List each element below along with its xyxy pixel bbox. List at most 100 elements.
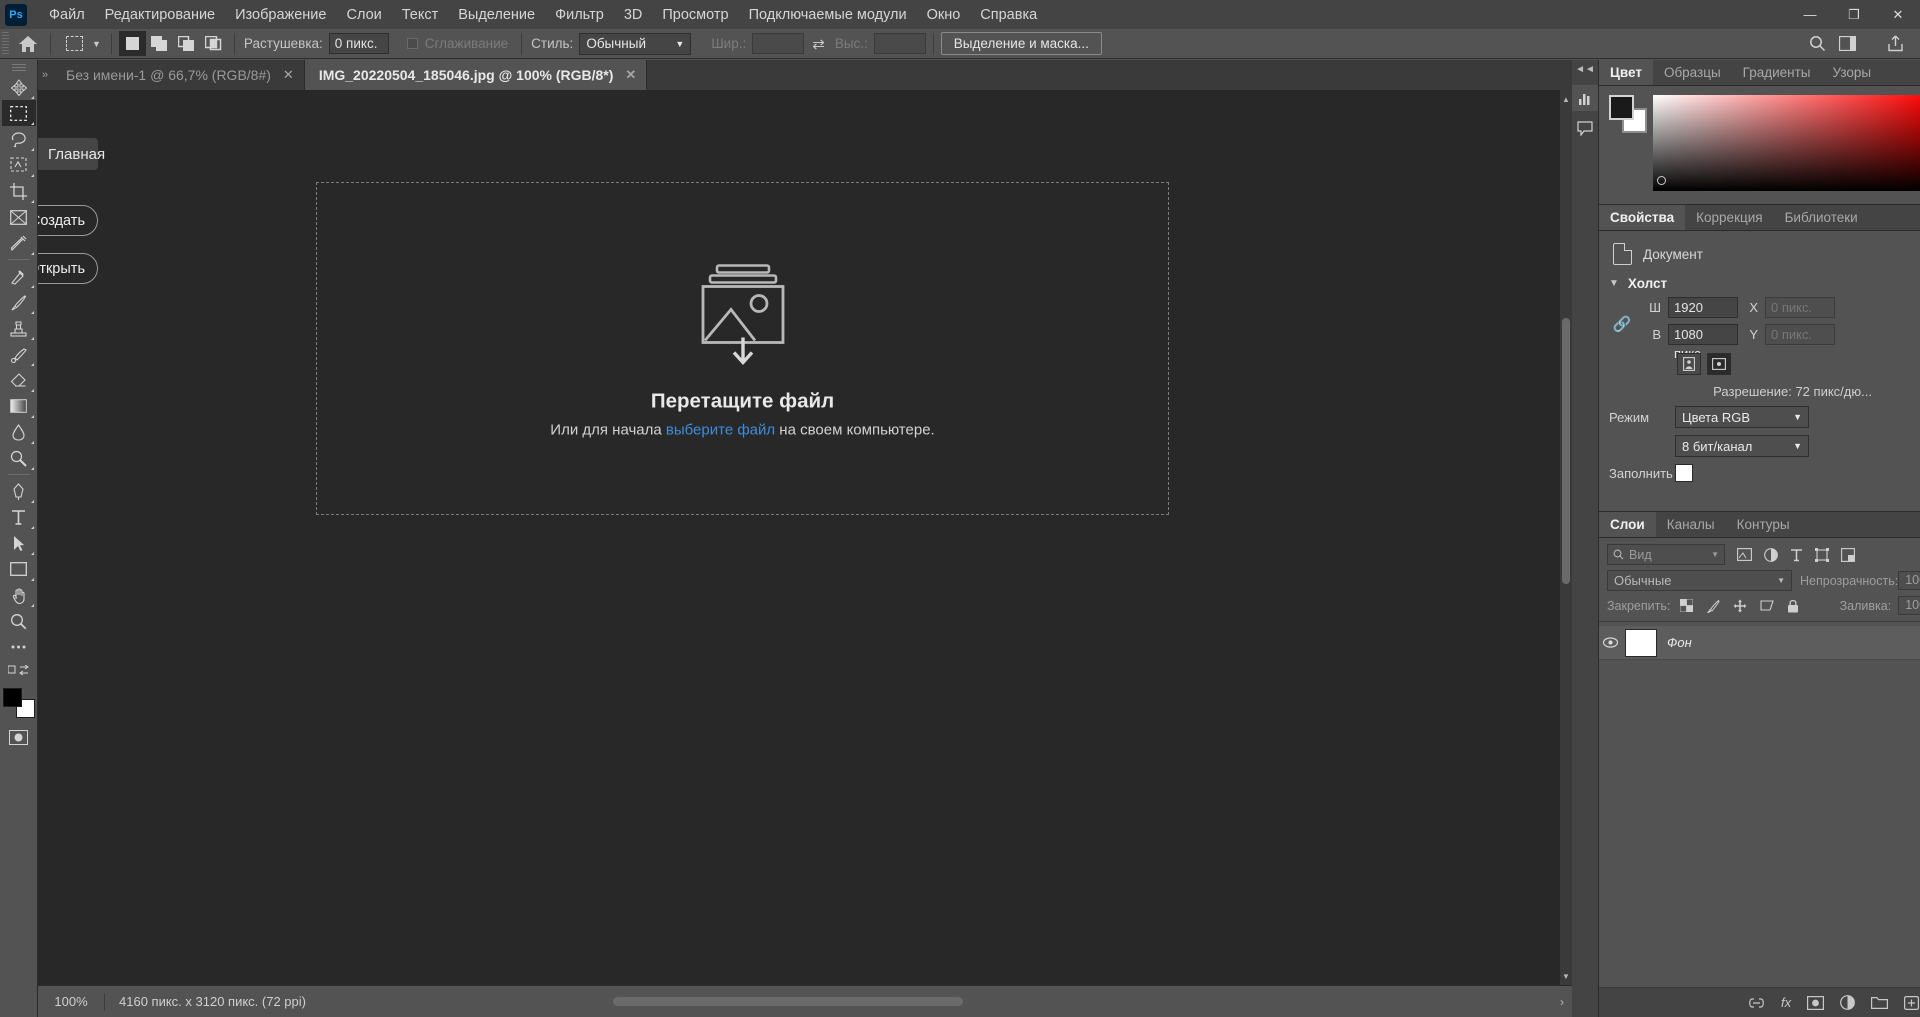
path-selection-tool[interactable] <box>2 530 36 556</box>
tab-color[interactable]: Цвет <box>1599 60 1653 85</box>
history-brush-tool[interactable] <box>2 341 36 367</box>
menu-item-text[interactable]: Текст <box>392 3 449 27</box>
chevron-down-icon[interactable]: ▼ <box>92 39 101 49</box>
canvas-y-input[interactable]: 0 пикс. <box>1765 324 1835 345</box>
dodge-tool[interactable] <box>2 445 36 471</box>
clone-stamp-tool[interactable] <box>2 315 36 341</box>
foreground-color-swatch[interactable] <box>2 688 22 707</box>
lasso-tool[interactable] <box>2 126 36 152</box>
lock-image-icon[interactable] <box>1706 599 1720 613</box>
smart-object-filter-icon[interactable] <box>1841 547 1855 562</box>
new-layer-icon[interactable] <box>1904 995 1920 1010</box>
canvas-horizontal-scrollbar[interactable] <box>348 997 1512 1006</box>
active-tool-preview[interactable]: ▼ <box>58 32 104 56</box>
create-button[interactable]: Создать <box>38 205 98 236</box>
hand-tool[interactable] <box>2 582 36 608</box>
bit-depth-select[interactable]: 8 бит/канал ▼ <box>1675 435 1809 457</box>
fill-color-swatch[interactable] <box>1675 464 1693 482</box>
blend-mode-select[interactable]: Обычные ▼ <box>1607 570 1792 591</box>
type-filter-icon[interactable] <box>1790 548 1803 562</box>
edit-toolbar-button[interactable] <box>2 660 36 682</box>
selection-mode-subtract[interactable] <box>173 31 200 56</box>
lock-position-icon[interactable] <box>1733 599 1747 613</box>
tab-paths[interactable]: Контуры <box>1725 512 1801 537</box>
pixel-filter-icon[interactable] <box>1737 548 1752 561</box>
scroll-down-icon[interactable]: ▼ <box>1560 969 1572 983</box>
frame-tool[interactable] <box>2 204 36 230</box>
tab-channels[interactable]: Каналы <box>1655 512 1726 537</box>
minimize-button[interactable]: — <box>1788 0 1832 29</box>
tab-layers[interactable]: Слои <box>1599 512 1656 537</box>
fill-input[interactable]: 100% <box>1898 596 1920 615</box>
rectangle-tool[interactable] <box>2 556 36 582</box>
selection-mode-intersect[interactable] <box>200 31 227 56</box>
lock-all-icon[interactable] <box>1787 599 1799 613</box>
pen-tool[interactable] <box>2 478 36 504</box>
group-icon[interactable] <box>1871 996 1889 1009</box>
scroll-up-icon[interactable]: ▲ <box>1560 92 1572 106</box>
menu-item-3d[interactable]: 3D <box>614 3 653 27</box>
lock-transparent-icon[interactable] <box>1680 599 1694 612</box>
menu-item-filter[interactable]: Фильтр <box>545 3 614 27</box>
object-selection-tool[interactable] <box>2 152 36 178</box>
status-expand-icon[interactable]: › <box>1560 995 1572 1009</box>
tab-libraries[interactable]: Библиотеки <box>1773 205 1869 230</box>
landscape-icon[interactable] <box>1707 353 1731 375</box>
portrait-icon[interactable] <box>1677 353 1701 375</box>
antialias-checkbox[interactable]: Сглаживание <box>406 36 514 51</box>
quick-mask-icon[interactable] <box>2 724 36 750</box>
maximize-button[interactable]: ❐ <box>1832 0 1876 29</box>
menu-item-view[interactable]: Просмотр <box>652 3 738 27</box>
canvas-section-header[interactable]: ▼ Холст <box>1599 273 1920 297</box>
canvas-vertical-scrollbar[interactable]: ▲ ▼ <box>1560 90 1572 985</box>
canvas-width-input[interactable]: 1920 пикс <box>1668 297 1738 334</box>
layer-visibility-icon[interactable] <box>1603 637 1625 648</box>
type-tool[interactable] <box>2 504 36 530</box>
menu-item-file[interactable]: Файл <box>39 3 95 27</box>
workspace-icon[interactable] <box>1832 31 1862 57</box>
share-icon[interactable] <box>1880 31 1910 57</box>
eraser-tool[interactable] <box>2 367 36 393</box>
color-mode-select[interactable]: Цвета RGB ▼ <box>1675 406 1809 428</box>
file-dropzone[interactable]: Перетащите файл Или для начала выберите … <box>316 182 1169 515</box>
tab-patterns[interactable]: Узоры <box>1821 60 1883 85</box>
tab-adjustments[interactable]: Коррекция <box>1685 205 1774 230</box>
canvas-x-input[interactable]: 0 пикс. <box>1765 297 1835 318</box>
comment-icon[interactable] <box>1572 115 1598 141</box>
zoom-level[interactable]: 100% <box>38 994 104 1009</box>
link-icon[interactable]: 🔗 <box>1611 315 1633 333</box>
tab-gradients[interactable]: Градиенты <box>1731 60 1822 85</box>
menu-item-window[interactable]: Окно <box>917 3 971 27</box>
scrollbar-thumb[interactable] <box>1562 318 1570 584</box>
color-panel-swatches[interactable] <box>1609 95 1647 133</box>
document-tab-img[interactable]: IMG_20220504_185046.jpg @ 100% (RGB/8*) … <box>304 60 648 90</box>
menu-item-plugins[interactable]: Подключаемые модули <box>739 3 917 27</box>
color-field[interactable] <box>1653 95 1920 191</box>
crop-tool[interactable] <box>2 178 36 204</box>
move-tool[interactable] <box>2 74 36 100</box>
open-button[interactable]: Открыть <box>38 253 98 284</box>
color-swatches[interactable] <box>2 688 35 718</box>
options-bar-grip[interactable] <box>2 31 9 56</box>
tab-properties[interactable]: Свойства <box>1599 205 1686 230</box>
canvas-height-input[interactable]: 1080 пикс <box>1668 324 1738 361</box>
fx-icon[interactable]: fx <box>1781 995 1791 1010</box>
rectangular-marquee-tool[interactable] <box>1 100 36 126</box>
layer-filter-select[interactable]: Вид ▼ <box>1607 544 1725 565</box>
link-layers-icon[interactable] <box>1748 997 1765 1009</box>
layer-name[interactable]: Фон <box>1667 635 1692 650</box>
height-input[interactable] <box>873 33 926 54</box>
feather-input[interactable]: 0 пикс. <box>328 33 389 54</box>
more-tools-button[interactable] <box>2 634 36 660</box>
menu-item-image[interactable]: Изображение <box>225 3 336 27</box>
scrollbar-thumb[interactable] <box>613 997 963 1006</box>
eyedropper-tool[interactable] <box>2 230 36 256</box>
menu-item-layers[interactable]: Слои <box>336 3 391 27</box>
menu-item-select[interactable]: Выделение <box>448 3 545 27</box>
table-row[interactable]: Фон <box>1599 626 1920 660</box>
style-select[interactable]: Обычный ▼ <box>579 32 692 55</box>
width-input[interactable] <box>752 33 805 54</box>
adjustment-filter-icon[interactable] <box>1764 547 1778 562</box>
select-and-mask-button[interactable]: Выделение и маска... <box>940 32 1102 55</box>
search-icon[interactable] <box>1802 31 1832 57</box>
